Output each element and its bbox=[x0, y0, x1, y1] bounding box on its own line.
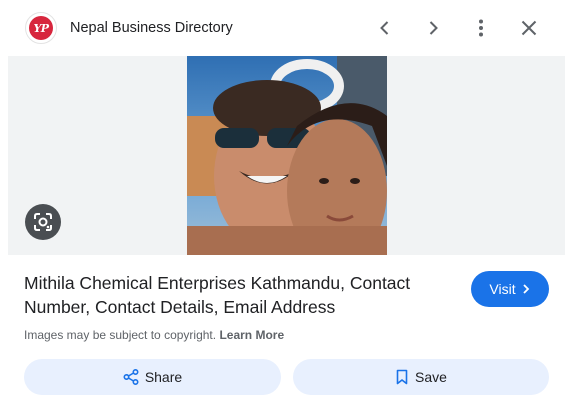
chevron-right-icon bbox=[429, 21, 438, 35]
bookmark-icon bbox=[396, 369, 408, 385]
visit-button[interactable]: Visit bbox=[471, 271, 549, 307]
copyright-notice: Images may be subject to copyright. Lear… bbox=[24, 328, 284, 342]
result-title[interactable]: Mithila Chemical Enterprises Kathmandu, … bbox=[24, 272, 444, 319]
share-label: Share bbox=[144, 369, 183, 385]
learn-more-link[interactable]: Learn More bbox=[219, 328, 284, 342]
more-vert-icon bbox=[479, 19, 483, 37]
previous-button[interactable] bbox=[371, 14, 399, 42]
visit-label: Visit bbox=[489, 281, 516, 297]
site-name[interactable]: Nepal Business Directory bbox=[70, 20, 233, 36]
image-viewer bbox=[8, 56, 565, 255]
selfie-photo bbox=[187, 56, 387, 255]
google-lens-button[interactable] bbox=[25, 204, 61, 240]
site-logo: YP bbox=[25, 12, 57, 44]
preview-header: YP Nepal Business Directory bbox=[8, 0, 565, 56]
share-button[interactable]: Share bbox=[24, 359, 281, 395]
image-preview-panel: YP Nepal Business Directory Mithila Chem… bbox=[8, 0, 565, 408]
chevron-left-icon bbox=[380, 21, 389, 35]
more-options-button[interactable] bbox=[467, 14, 495, 42]
share-icon bbox=[123, 369, 139, 385]
copyright-text: Images may be subject to copyright. bbox=[24, 328, 217, 342]
google-lens-icon bbox=[34, 213, 52, 231]
chevron-right-icon bbox=[522, 284, 529, 294]
save-label: Save bbox=[415, 369, 447, 385]
close-icon bbox=[521, 20, 537, 36]
next-button[interactable] bbox=[419, 14, 447, 42]
preview-photo[interactable] bbox=[187, 56, 387, 255]
save-button[interactable]: Save bbox=[293, 359, 549, 395]
close-button[interactable] bbox=[515, 14, 543, 42]
yp-logo-icon: YP bbox=[29, 16, 53, 40]
